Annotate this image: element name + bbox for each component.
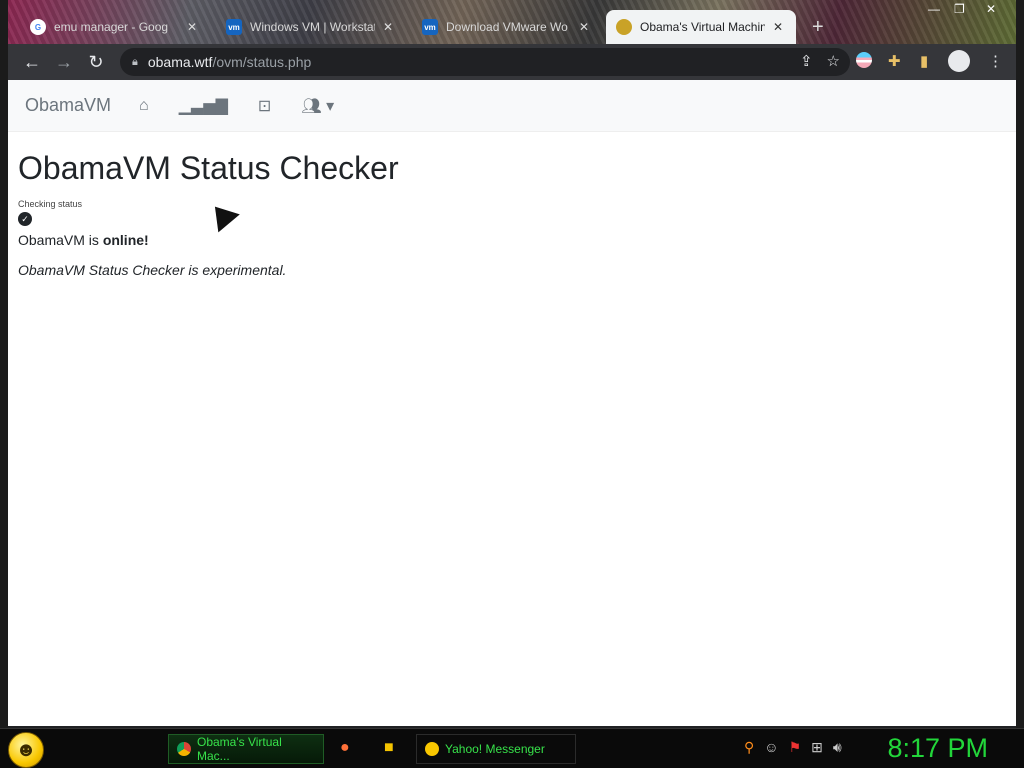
minimize-icon[interactable]: —: [928, 2, 940, 16]
page-viewport: ObamaVM ⌂ ▁▃▅▇ ⊡ 👥︎ ▾ ObamaVM Status Che…: [8, 80, 1016, 726]
checking-status-label: Checking status: [18, 199, 83, 209]
close-tab-icon[interactable]: ✕: [579, 20, 589, 34]
tab-title: Obama's Virtual Machine: [640, 20, 765, 34]
taskbar-yahoo-messenger[interactable]: Yahoo! Messenger: [416, 734, 576, 764]
folder-icon[interactable]: ■: [384, 739, 394, 757]
firefox-icon[interactable]: ●: [340, 739, 350, 757]
action-center-flag-icon[interactable]: ⚑: [789, 739, 802, 756]
home-icon[interactable]: ⌂: [139, 97, 149, 115]
side-panel-icon[interactable]: ▮: [920, 52, 928, 70]
yahoo-messenger-icon: [425, 742, 439, 756]
share-icon[interactable]: ⇪: [800, 52, 813, 70]
taskbar-chrome-window[interactable]: Obama's Virtual Mac...: [168, 734, 324, 764]
new-tab-icon[interactable]: +: [812, 16, 824, 39]
task-label: Obama's Virtual Mac...: [197, 735, 282, 763]
reload-icon[interactable]: ↻: [80, 52, 112, 73]
close-tab-icon[interactable]: ✕: [773, 20, 783, 34]
tab-strip: G emu manager - Goog ✕ vm Windows VM | W…: [8, 0, 1016, 44]
tab-title: Windows VM | Workstat: [250, 20, 375, 34]
robot-icon[interactable]: ⊡: [258, 96, 271, 116]
vmware-icon: vm: [226, 19, 242, 35]
back-icon[interactable]: ←: [16, 52, 48, 73]
close-tab-icon[interactable]: ✕: [187, 20, 197, 34]
status-value: online!: [102, 232, 149, 248]
tab-title: Download VMware Wo: [446, 20, 568, 34]
tab-title: emu manager - Goog: [54, 20, 169, 34]
lock-icon: 🔒︎: [132, 55, 138, 68]
maximize-icon[interactable]: ❐: [954, 2, 965, 16]
extension-icon[interactable]: [856, 52, 872, 68]
google-icon: G: [30, 19, 46, 35]
close-tab-icon[interactable]: ✕: [383, 20, 393, 34]
volume-icon[interactable]: 🔊︎: [833, 739, 842, 756]
check-circle-icon: ✓: [18, 212, 32, 226]
network-icon[interactable]: ⊞: [811, 739, 823, 756]
status-prefix: ObamaVM is: [18, 232, 103, 248]
site-navbar: ObamaVM ⌂ ▁▃▅▇ ⊡ 👥︎ ▾: [8, 80, 1016, 132]
vmware-icon: vm: [422, 19, 438, 35]
taskbar: ☻ Obama's Virtual Mac... ● ■ Yahoo! Mess…: [0, 728, 1024, 768]
signal-icon[interactable]: ▁▃▅▇: [179, 96, 228, 116]
bookmark-star-icon[interactable]: ☆: [827, 52, 840, 70]
address-bar[interactable]: 🔒︎ obama.wtf/ovm/status.php ⇪ ☆: [120, 48, 850, 76]
tab-windows-vm[interactable]: vm Windows VM | Workstat ✕: [216, 10, 403, 44]
url-path: /ovm/status.php: [212, 54, 312, 70]
search-icon[interactable]: ⚲: [744, 739, 754, 756]
system-tray: ⚲ ☺ ⚑ ⊞ 🔊︎: [744, 739, 842, 756]
menu-kebab-icon[interactable]: ⋮: [988, 52, 1003, 70]
messenger-tray-icon[interactable]: ☺: [764, 739, 778, 756]
tab-obama-vm[interactable]: Obama's Virtual Machine ✕: [606, 10, 796, 44]
users-dropdown-icon[interactable]: 👥︎ ▾: [301, 96, 334, 116]
tab-emu-manager[interactable]: G emu manager - Goog ✕: [20, 10, 207, 44]
brand-link[interactable]: ObamaVM: [25, 95, 111, 116]
status-line: ObamaVM is online!: [18, 232, 1016, 248]
start-button[interactable]: ☻: [8, 732, 44, 768]
clock[interactable]: 8:17 PM: [887, 733, 988, 764]
forward-icon[interactable]: →: [48, 52, 80, 73]
close-window-icon[interactable]: ✕: [986, 2, 996, 16]
obamavm-icon: [616, 19, 632, 35]
experimental-note: ObamaVM Status Checker is experimental.: [18, 262, 287, 278]
browser-toolbar: ← → ↻ 🔒︎ obama.wtf/ovm/status.php ⇪ ☆ ✚ …: [8, 44, 1016, 80]
browser-window: G emu manager - Goog ✕ vm Windows VM | W…: [8, 0, 1016, 728]
page-title: ObamaVM Status Checker: [18, 150, 399, 186]
chrome-icon: [177, 742, 191, 756]
url-host: obama.wtf: [147, 54, 213, 70]
task-label: Yahoo! Messenger: [445, 742, 545, 756]
extensions-puzzle-icon[interactable]: ✚: [888, 52, 901, 70]
profile-avatar-icon[interactable]: [948, 50, 970, 72]
tab-download-vmware[interactable]: vm Download VMware Wo ✕: [412, 10, 599, 44]
